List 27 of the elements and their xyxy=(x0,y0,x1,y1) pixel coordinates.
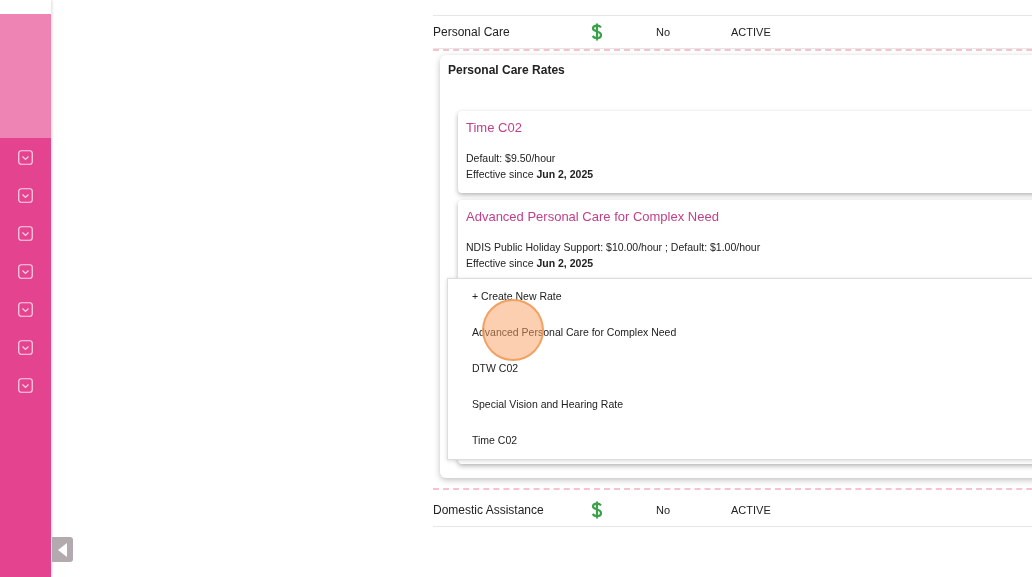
dropdown-icon[interactable] xyxy=(18,188,33,203)
panel-title: Personal Care Rates xyxy=(448,63,566,77)
dropdown-icon[interactable] xyxy=(18,226,33,241)
collapse-button[interactable] xyxy=(52,537,73,562)
menu-item[interactable]: Special Vision and Hearing Rate xyxy=(448,387,1032,423)
status-text: ACTIVE xyxy=(731,26,771,38)
table-cell-text: No xyxy=(656,26,672,38)
status-text: ACTIVE xyxy=(731,504,771,516)
dropdown-icon[interactable] xyxy=(18,378,33,393)
triangle-left-icon xyxy=(58,542,67,557)
menu-item[interactable]: + Create New Rate xyxy=(448,279,1032,315)
rate-title[interactable]: Time C02 xyxy=(466,120,1032,135)
menu-item[interactable]: Advanced Personal Care for Complex Need xyxy=(448,315,1032,351)
service-name: Personal Care xyxy=(433,25,511,39)
dropdown-icon[interactable] xyxy=(18,302,33,317)
effective-date-text: Effective since Jun 2, 2025 xyxy=(466,167,595,182)
rate-text: Default: $9.50/hour xyxy=(466,151,557,166)
dropdown-icon[interactable] xyxy=(18,264,33,279)
rate-text: NDIS Public Holiday Support: $10.00/hour ; Default: $1.00/hour xyxy=(466,240,762,255)
service-name: Domestic Assistance xyxy=(433,503,545,517)
table-cell-text: No xyxy=(656,504,672,516)
rate-title[interactable]: Advanced Personal Care for Complex Need xyxy=(466,209,1032,224)
dropdown-icon[interactable] xyxy=(18,340,33,355)
effective-date-text: Effective since Jun 2, 2025 xyxy=(466,256,595,271)
dropdown-icon[interactable] xyxy=(18,150,33,165)
menu-item[interactable]: DTW C02 xyxy=(448,351,1032,387)
menu-item[interactable]: Time C02 xyxy=(448,423,1032,459)
